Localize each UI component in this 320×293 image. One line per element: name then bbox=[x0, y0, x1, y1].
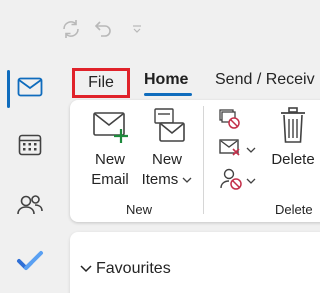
tab-file[interactable]: File bbox=[72, 68, 130, 98]
delete-label: Delete bbox=[271, 151, 315, 168]
chevron-down-icon bbox=[246, 141, 256, 159]
todo-check-icon bbox=[16, 249, 44, 278]
favourites-label: Favourites bbox=[96, 260, 171, 277]
new-items-label-1: New bbox=[151, 151, 182, 168]
chevron-down-icon bbox=[80, 260, 92, 278]
chevron-down-icon bbox=[246, 172, 256, 190]
clean-up-icon bbox=[218, 137, 244, 164]
rail-item-people[interactable] bbox=[6, 184, 54, 230]
delete-button[interactable]: Delete bbox=[268, 106, 318, 170]
ignore-button[interactable] bbox=[218, 108, 244, 132]
undo-icon[interactable] bbox=[90, 14, 116, 44]
new-items-label-2: Items bbox=[141, 171, 179, 188]
chevron-down-icon bbox=[182, 170, 192, 190]
clean-up-button[interactable] bbox=[218, 138, 258, 162]
tab-home-underline bbox=[144, 93, 192, 96]
tab-send-receive[interactable]: Send / Receiv bbox=[215, 68, 315, 98]
new-items-label-row: Items bbox=[140, 170, 194, 190]
group-label-delete: Delete bbox=[275, 202, 313, 217]
new-email-label-1: New bbox=[94, 151, 125, 168]
mail-icon bbox=[17, 77, 43, 102]
people-icon bbox=[16, 193, 44, 222]
new-items-icon bbox=[140, 106, 194, 150]
app-rail bbox=[0, 0, 62, 293]
calendar-icon bbox=[18, 133, 42, 162]
customize-dropdown-icon[interactable] bbox=[128, 14, 146, 44]
delete-trash-icon bbox=[268, 106, 318, 150]
rail-item-todo[interactable] bbox=[6, 240, 54, 286]
new-email-icon bbox=[84, 108, 136, 150]
ignore-icon bbox=[218, 109, 242, 134]
new-email-label-2: Email bbox=[91, 171, 129, 188]
rail-item-calendar[interactable] bbox=[6, 124, 54, 170]
favourites-header[interactable]: Favourites bbox=[80, 260, 171, 278]
new-items-button[interactable]: New Items bbox=[140, 106, 194, 190]
group-separator bbox=[203, 106, 204, 214]
junk-block-icon bbox=[218, 167, 244, 196]
rail-item-mail[interactable] bbox=[6, 66, 54, 112]
new-email-button[interactable]: New Email bbox=[84, 108, 136, 190]
group-label-new: New bbox=[126, 202, 153, 217]
junk-button[interactable] bbox=[218, 168, 258, 194]
